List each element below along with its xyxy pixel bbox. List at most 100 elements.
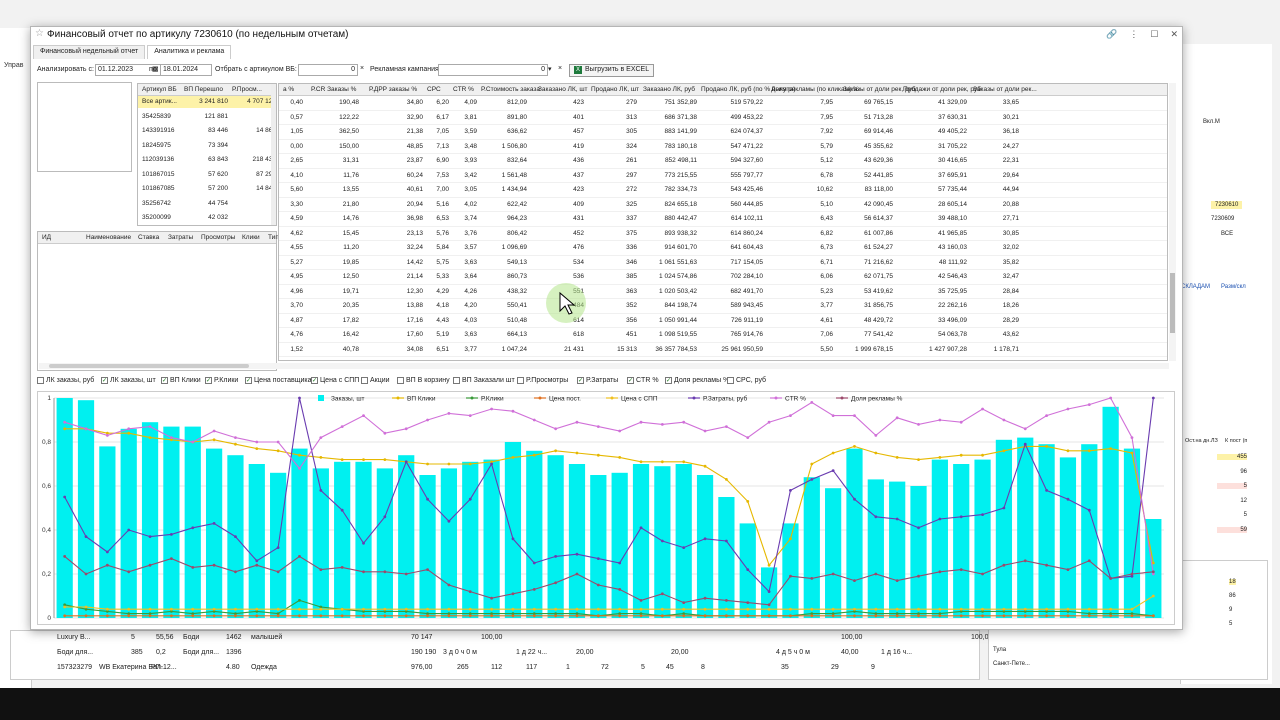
bar[interactable] [504,442,522,618]
metrics-vertical-scrollbar[interactable] [1169,83,1176,361]
metrics-row[interactable]: 2,65 31,31 23,87 6,90 3,93 832,64 436 261 852 49… [279,154,1167,169]
bar[interactable] [334,461,351,618]
series-checkbox[interactable]: ✓ Доля рекламы % [665,377,729,384]
metrics-row[interactable]: 4,62 15,45 23,13 5,76 3,76 806,42 452 375 893 93… [279,227,1167,241]
campaign-header-clicks[interactable]: Клики [242,234,260,241]
campaign-header-id[interactable]: ИД [42,234,51,241]
sku-scrollbar[interactable] [271,84,276,225]
bar[interactable] [568,464,586,618]
checkbox-checked-icon[interactable]: ✓ [161,377,168,384]
metrics-row[interactable]: 5,60 13,55 40,61 7,00 3,05 1 434,94 423 272 782 … [279,183,1167,198]
series-checkbox[interactable]: Р.Просмотры [517,377,568,384]
bar[interactable] [291,448,308,618]
scroll-thumb[interactable] [49,364,249,368]
right-panel-item[interactable]: СКЛАДАМ [1181,284,1210,290]
metrics-header-cell[interactable]: Р.Стоимость заказа [481,86,540,93]
bar[interactable] [825,488,842,618]
bar[interactable] [846,448,863,618]
bar[interactable] [590,475,607,618]
bar[interactable] [398,455,415,618]
metrics-header-cell[interactable]: Заказы от доли рек... [973,86,1037,93]
checkbox-empty-icon[interactable] [727,377,734,384]
checkbox-empty-icon[interactable] [37,377,44,384]
metrics-header-cell[interactable]: Заказано ЛК, шт [538,86,588,93]
checkbox-checked-icon[interactable]: ✓ [627,377,634,384]
metrics-row[interactable]: 4,9619,7112,304,294,26438,325513631 020 … [279,285,1167,299]
bar[interactable] [995,439,1013,618]
campaign-header-costs[interactable]: Затраты [168,234,193,241]
right-panel-item[interactable]: ВСЕ [1221,231,1233,237]
metrics-row[interactable]: 4,55 11,20 32,24 5,84 3,57 1 096,69 476 336 914 … [279,241,1167,256]
clear-filter-icon[interactable]: × [360,65,364,72]
filter-sku-field[interactable]: 0 [298,64,358,76]
bar[interactable] [99,446,116,618]
checkbox-checked-icon[interactable]: ✓ [245,377,252,384]
checkbox-empty-icon[interactable] [361,377,368,384]
metrics-header-cell[interactable]: Продажи от доли рек, руб [903,86,981,93]
series-checkbox[interactable]: ЛК заказы, руб [37,377,94,384]
clear-campaign-icon[interactable]: × [558,65,562,72]
series-checkbox[interactable]: ✓ CTR % [627,377,659,384]
bar[interactable] [632,464,650,618]
right-panel-item[interactable]: Вкл.М [1203,119,1220,125]
metrics-row[interactable]: 3,7020,3513,884,184,20550,41484352844 19… [279,299,1167,314]
horizontal-scrollbar[interactable] [39,363,1169,369]
maximize-icon[interactable]: ☐ [1150,29,1158,40]
bar[interactable] [1102,406,1119,618]
metrics-row[interactable]: 1,52 40,78 34,08 6,51 3,77 1 047,24 21 431 15 3… [279,342,1167,357]
series-checkbox[interactable]: ✓ Цена с СПП [311,377,359,384]
sku-row[interactable]: 101867085 57 200 14 841 [138,183,276,195]
checkbox-checked-icon[interactable]: ✓ [577,377,584,384]
bar[interactable] [440,468,458,618]
bar[interactable] [355,461,372,618]
bar[interactable] [889,481,906,618]
checkbox-checked-icon[interactable]: ✓ [665,377,672,384]
bar[interactable] [248,464,265,618]
bar[interactable] [120,428,137,618]
sku-row[interactable]: 101867015 57 620 87 295 [138,169,276,181]
bar[interactable] [867,479,884,618]
campaign-field[interactable]: 0 [438,64,548,76]
series-checkbox[interactable]: ✓ Цена поставщика [245,377,311,384]
metrics-row[interactable]: 3,30 21,80 20,94 5,16 4,02 622,42 409 325 824 65… [279,198,1167,212]
sku-row[interactable]: 35200099 42 032 [138,212,276,224]
sku-header-transitions[interactable]: ВП Перешло [184,86,223,93]
metrics-header-cell[interactable]: Р.CR Заказы % [311,86,356,93]
series-checkbox[interactable]: CPC, руб [727,377,766,384]
bar[interactable] [547,455,564,618]
sku-header-views[interactable]: Р.Просм... [232,86,262,93]
bar[interactable] [1081,444,1098,618]
sku-row[interactable]: Все артик... 3 241 810 4 707 122 [138,96,276,108]
checkbox-empty-icon[interactable] [397,377,404,384]
bar[interactable] [77,400,95,618]
right-panel-item[interactable]: 7230609 [1211,216,1234,222]
series-checkbox[interactable]: ВП Заказали шт [453,377,515,384]
metrics-row[interactable]: 4,95 12,50 21,14 5,33 3,64 860,73 536 385 1 024 … [279,270,1167,285]
metrics-header-cell[interactable]: Р.ДРР заказы % [369,86,417,93]
campaign-dropdown-icon[interactable]: ▾ [548,65,552,73]
metrics-row[interactable]: 4,59 14,76 36,98 6,53 3,74 964,23 431 337 880 44… [279,212,1167,227]
checkbox-checked-icon[interactable]: ✓ [205,377,212,384]
bar[interactable] [376,468,393,618]
metrics-row[interactable]: 0,40 190,48 34,80 6,20 4,09 812,09 423 279 751 3… [279,96,1167,111]
bar[interactable] [974,459,991,618]
series-checkbox[interactable]: ✓ ЛК заказы, шт [101,377,156,384]
metrics-row[interactable]: 0,00 150,00 48,85 7,13 3,48 1 506,80 419 324 783… [279,140,1167,154]
sku-row[interactable]: 35256742 44 754 [138,198,276,210]
bar[interactable] [696,475,714,618]
bar[interactable] [1059,457,1077,618]
campaign-header-views[interactable]: Просмотры [201,234,235,241]
metrics-header-cell[interactable]: Заказано ЛК, руб [643,86,695,93]
sku-row[interactable]: 18245975 73 394 [138,140,276,152]
date-to-field[interactable]: 18.01.2024 [160,64,212,76]
bar[interactable] [1038,444,1055,618]
bar[interactable] [931,459,948,618]
sku-header-article[interactable]: Артикул ВБ [142,86,177,93]
right-panel-item[interactable]: Разм/скл [1221,284,1246,290]
more-icon[interactable]: ⋮ [1129,29,1138,40]
favorite-star-icon[interactable]: ☆ [35,28,44,39]
series-checkbox[interactable]: ✓ Р.Затраты [577,377,618,384]
metrics-header-cell[interactable]: CPC [427,86,441,93]
series-checkbox[interactable]: ✓ Р.Клики [205,377,238,384]
sku-row[interactable]: 143391916 83 446 14 862 [138,125,276,137]
